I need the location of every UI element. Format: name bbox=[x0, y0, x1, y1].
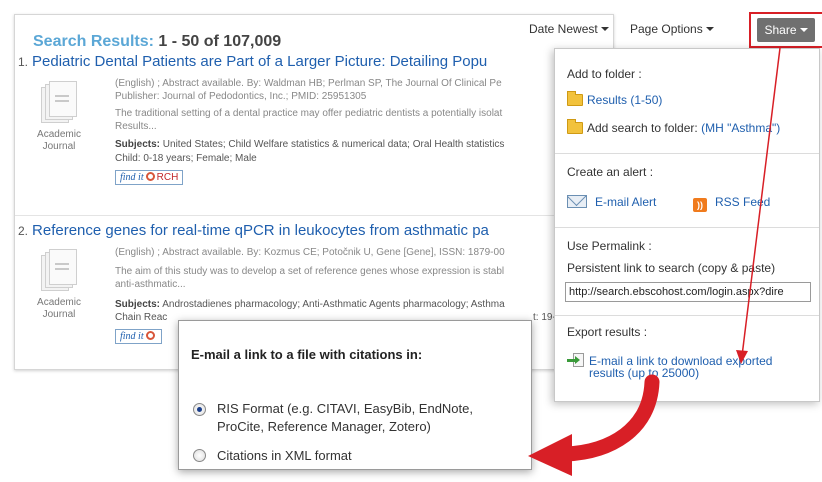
curved-arrow-head bbox=[528, 434, 572, 476]
ris-format-label[interactable]: RIS Format (e.g. CITAVI, EasyBib, EndNot… bbox=[217, 400, 473, 436]
result-subjects: Subjects: Androstadienes pharmacology; A… bbox=[115, 299, 505, 310]
find-it-button[interactable]: find it RCH bbox=[115, 170, 184, 185]
search-results-panel: Search Results: 1 - 50 of 107,009 1. Pedi… bbox=[14, 14, 614, 370]
result-meta: (English) ; Abstract available. By: Kozm… bbox=[115, 247, 505, 258]
document-type: Academic Journal bbox=[37, 297, 81, 320]
result-divider bbox=[15, 215, 613, 216]
find-it-button[interactable]: find it bbox=[115, 329, 162, 344]
results-heading: Search Results: 1 - 50 of 107,009 bbox=[33, 33, 281, 51]
xml-format-label[interactable]: Citations in XML format bbox=[217, 447, 352, 465]
share-highlight-box bbox=[749, 12, 822, 48]
academic-journal-icon bbox=[41, 81, 79, 125]
result-meta-publisher: Publisher: Journal of Pedodontics, Inc.;… bbox=[115, 91, 367, 102]
academic-journal-icon bbox=[41, 249, 79, 293]
chevron-down-icon bbox=[600, 27, 609, 31]
page-options-label: Page Options bbox=[630, 22, 703, 36]
result-title-text[interactable]: Reference genes for real-time qPCR in le… bbox=[32, 222, 489, 239]
results-heading-label: Search Results: bbox=[33, 33, 154, 50]
result-title-1[interactable]: 1. Pediatric Dental Patients are Part of … bbox=[18, 53, 487, 70]
chevron-down-icon bbox=[705, 27, 714, 31]
document-type: Academic Journal bbox=[37, 129, 81, 152]
export-results-header: Export results : bbox=[567, 325, 648, 339]
xml-format-radio[interactable] bbox=[193, 449, 206, 462]
permalink-input[interactable] bbox=[565, 282, 811, 302]
result-abstract-more: Results... bbox=[115, 121, 157, 132]
ris-format-radio[interactable] bbox=[193, 403, 206, 416]
result-title-2[interactable]: 2. Reference genes for real-time qPCR in … bbox=[18, 222, 489, 239]
add-to-folder-header: Add to folder : bbox=[567, 67, 642, 81]
result-subjects: Subjects: United States; Child Welfare s… bbox=[115, 139, 505, 150]
folder-icon bbox=[567, 119, 583, 134]
find-it-icon bbox=[145, 172, 155, 181]
sort-label: Date Newest bbox=[529, 22, 598, 36]
result-abstract: The traditional setting of a dental prac… bbox=[115, 108, 503, 119]
create-alert-header: Create an alert : bbox=[567, 165, 654, 179]
results-count: 1 - 50 of 107,009 bbox=[158, 33, 282, 50]
result-subjects-tail: t: 19- bbox=[533, 312, 556, 323]
popup-title: E-mail a link to a file with citations i… bbox=[191, 347, 423, 362]
result-abstract: The aim of this study was to develop a s… bbox=[115, 266, 505, 277]
folder-icon bbox=[567, 91, 583, 106]
result-meta: (English) ; Abstract available. By: Wald… bbox=[115, 78, 502, 89]
result-number: 1. bbox=[18, 55, 29, 69]
export-email-link-more[interactable]: results (up to 25000) bbox=[589, 367, 699, 380]
rss-icon: )) bbox=[693, 198, 707, 212]
export-icon bbox=[567, 353, 585, 367]
share-panel: Add to folder : Results (1-50) Add searc… bbox=[554, 48, 820, 402]
result-number: 2. bbox=[18, 224, 29, 238]
sort-dropdown[interactable]: Date Newest bbox=[529, 22, 609, 36]
rss-feed-link[interactable]: )) RSS Feed bbox=[693, 195, 770, 212]
email-export-popup: E-mail a link to a file with citations i… bbox=[178, 320, 532, 470]
result-subjects-more: Chain Reac bbox=[115, 312, 168, 323]
envelope-icon bbox=[567, 195, 587, 208]
add-search-to-folder[interactable]: Add search to folder: (MH "Asthma") bbox=[567, 119, 780, 135]
permalink-description: Persistent link to search (copy & paste) bbox=[567, 261, 776, 275]
result-abstract-more: anti-asthmatic... bbox=[115, 279, 186, 290]
result-title-text[interactable]: Pediatric Dental Patients are Part of a … bbox=[32, 53, 487, 70]
find-it-icon bbox=[145, 331, 155, 340]
result-subjects-more: Child: 0-18 years; Female; Male bbox=[115, 153, 257, 164]
page-options-dropdown[interactable]: Page Options bbox=[630, 22, 714, 36]
email-alert-link[interactable]: E-mail Alert bbox=[567, 195, 656, 209]
permalink-header: Use Permalink : bbox=[567, 239, 652, 253]
results-folder-link[interactable]: Results (1-50) bbox=[567, 91, 662, 107]
